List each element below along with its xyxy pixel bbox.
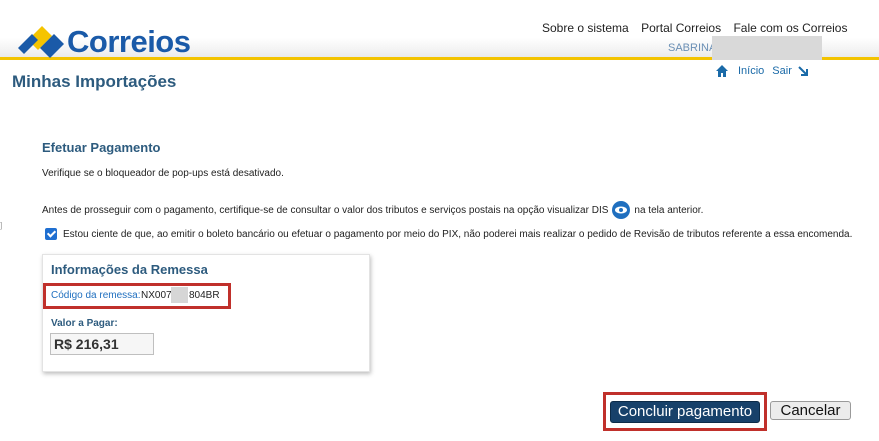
page-nav: Início Sair xyxy=(716,65,808,77)
consult-notice-tail: na tela anterior. xyxy=(634,204,704,216)
link-contact[interactable]: Fale com os Correios xyxy=(733,21,847,35)
consent-checkbox[interactable] xyxy=(45,228,57,240)
view-dis-eye-icon[interactable] xyxy=(612,201,631,219)
shipment-code-label: Código da remessa: xyxy=(51,290,141,301)
link-exit[interactable]: Sair xyxy=(772,65,792,77)
amount-label: Valor a Pagar: xyxy=(51,318,118,329)
shipment-code-redaction xyxy=(171,287,188,303)
top-links: Sobre o sistema Portal Correios Fale com… xyxy=(542,21,847,35)
confirm-payment-button[interactable]: Concluir pagamento xyxy=(610,401,760,423)
left-edge-mark: ] xyxy=(0,221,3,230)
page-title: Minhas Importações xyxy=(12,72,177,91)
brand-name[interactable]: Correios xyxy=(67,24,191,60)
user-name: SABRINA xyxy=(668,42,717,54)
section-title: Efetuar Pagamento xyxy=(42,140,161,155)
exit-arrow-icon[interactable] xyxy=(798,66,808,76)
amount-field: R$ 216,31 xyxy=(50,333,154,355)
cancel-button[interactable]: Cancelar xyxy=(770,401,851,420)
consent-label: Estou ciente de que, ao emitir o boleto … xyxy=(63,228,853,240)
shipment-code-suffix: 804BR xyxy=(189,290,220,301)
shipment-code-prefix: NX007 xyxy=(141,290,172,301)
link-portal-correios[interactable]: Portal Correios xyxy=(641,21,721,35)
home-icon[interactable] xyxy=(716,65,728,77)
shipment-info-card: Informações da Remessa Código da remessa… xyxy=(42,254,370,372)
consult-notice: Antes de prosseguir com o pagamento, cer… xyxy=(42,201,703,219)
shipment-info-title: Informações da Remessa xyxy=(51,262,208,277)
popup-notice: Verifique se o bloqueador de pop-ups est… xyxy=(42,168,284,179)
user-name-redaction xyxy=(712,36,822,60)
consent-row: Estou ciente de que, ao emitir o boleto … xyxy=(45,228,852,240)
consult-notice-text: Antes de prosseguir com o pagamento, cer… xyxy=(42,204,609,216)
link-about-system[interactable]: Sobre o sistema xyxy=(542,21,629,35)
link-home[interactable]: Início xyxy=(738,65,764,77)
site-header: Correios Sobre o sistema Portal Correios… xyxy=(0,0,879,60)
